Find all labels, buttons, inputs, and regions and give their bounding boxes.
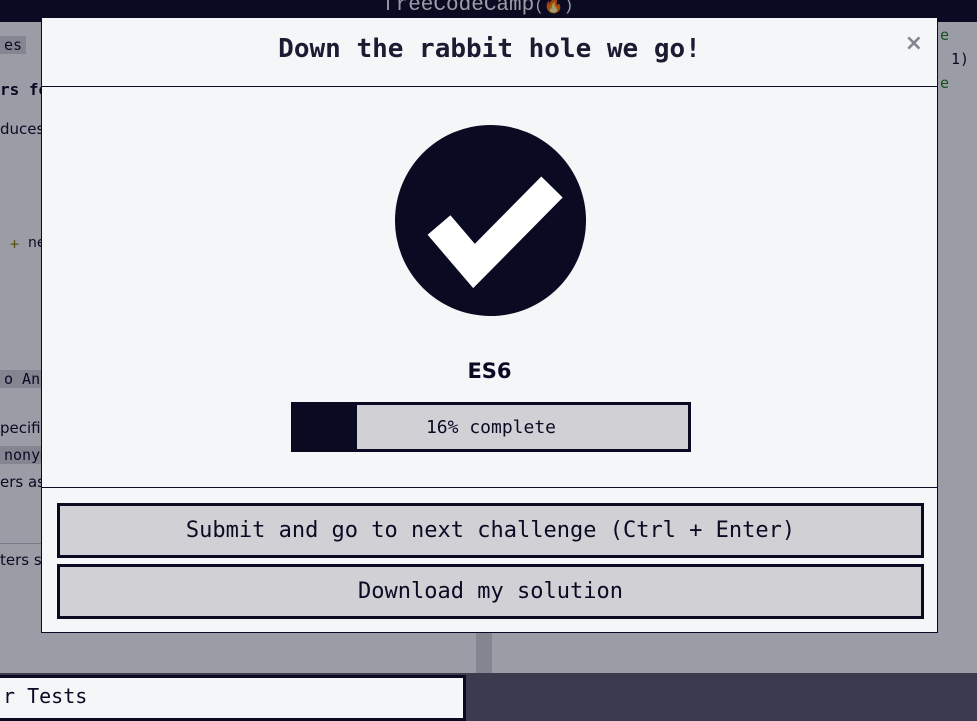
submit-next-button[interactable]: Submit and go to next challenge (Ctrl + … bbox=[57, 503, 924, 558]
progress-bar: 16% complete bbox=[291, 402, 691, 452]
modal-footer: Submit and go to next challenge (Ctrl + … bbox=[42, 487, 937, 632]
download-solution-button[interactable]: Download my solution bbox=[57, 564, 924, 619]
bg-tests-label: r Tests bbox=[3, 684, 88, 708]
checkmark-icon bbox=[427, 176, 563, 289]
close-button[interactable]: × bbox=[905, 33, 923, 55]
completion-modal: Down the rabbit hole we go! × ES6 16% co… bbox=[41, 17, 938, 633]
block-name: ES6 bbox=[467, 359, 512, 383]
modal-header: Down the rabbit hole we go! × bbox=[42, 18, 937, 87]
run-tests-button[interactable]: r Tests bbox=[0, 675, 466, 721]
check-circle-icon bbox=[395, 125, 586, 316]
progress-label: 16% complete bbox=[425, 416, 557, 438]
modal-title: Down the rabbit hole we go! bbox=[278, 34, 701, 64]
